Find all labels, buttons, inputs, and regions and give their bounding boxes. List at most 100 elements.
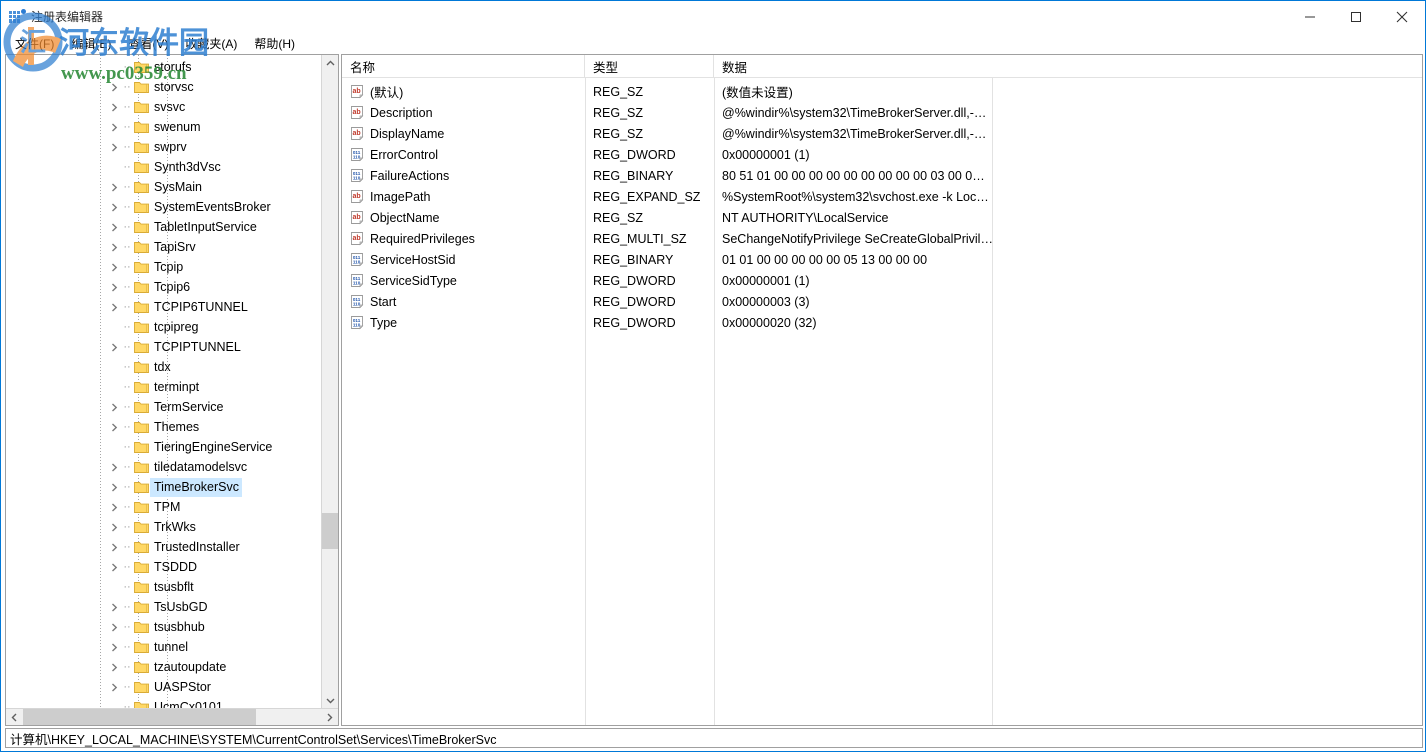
- chevron-right-icon[interactable]: [106, 177, 122, 197]
- tree-item-tsusbflt[interactable]: ··tsusbflt: [6, 577, 322, 597]
- tree-item-tsddd[interactable]: ··TSDDD: [6, 557, 322, 577]
- tree-vertical-scrollbar[interactable]: [321, 55, 338, 709]
- chevron-right-icon[interactable]: [106, 537, 122, 557]
- column-header-data[interactable]: 数据: [714, 55, 1422, 78]
- chevron-right-icon[interactable]: [106, 557, 122, 577]
- chevron-right-icon[interactable]: [106, 597, 122, 617]
- tree-item-systemeventsbroker[interactable]: ··SystemEventsBroker: [6, 197, 322, 217]
- menu-edit[interactable]: 编辑(E): [63, 33, 120, 54]
- tree-leaf-spacer: [106, 357, 122, 377]
- chevron-right-icon[interactable]: [106, 517, 122, 537]
- chevron-right-icon[interactable]: [106, 417, 122, 437]
- registry-tree[interactable]: ··storufs··storvsc··svsvc··swenum··swprv…: [6, 55, 322, 709]
- value-row[interactable]: 011110StartREG_DWORD0x00000003 (3): [342, 291, 1422, 312]
- tree-item-tpm[interactable]: ··TPM: [6, 497, 322, 517]
- tree-item-tzautoupdate[interactable]: ··tzautoupdate: [6, 657, 322, 677]
- chevron-right-icon[interactable]: [106, 337, 122, 357]
- chevron-right-icon[interactable]: [106, 297, 122, 317]
- tree-item-storvsc[interactable]: ··storvsc: [6, 77, 322, 97]
- tree-item-tcpip6[interactable]: ··Tcpip6: [6, 277, 322, 297]
- string-value-icon: ab: [350, 232, 364, 246]
- chevron-right-icon[interactable]: [106, 617, 122, 637]
- tree-item-trkwks[interactable]: ··TrkWks: [6, 517, 322, 537]
- tree-item-uaspstor[interactable]: ··UASPStor: [6, 677, 322, 697]
- tree-item-tsusbgd[interactable]: ··TsUsbGD: [6, 597, 322, 617]
- tree-item-tiledatamodelsvc[interactable]: ··tiledatamodelsvc: [6, 457, 322, 477]
- menu-file[interactable]: 文件(F): [7, 33, 63, 54]
- chevron-right-icon[interactable]: [106, 137, 122, 157]
- value-row[interactable]: 011110ServiceHostSidREG_BINARY01 01 00 0…: [342, 249, 1422, 270]
- value-row[interactable]: 011110ServiceSidTypeREG_DWORD0x00000001 …: [342, 270, 1422, 291]
- registry-tree-pane[interactable]: ··storufs··storvsc··svsvc··swenum··swprv…: [5, 54, 339, 726]
- tree-item-svsvc[interactable]: ··svsvc: [6, 97, 322, 117]
- tree-connector-line: ··: [122, 637, 132, 657]
- chevron-right-icon[interactable]: [106, 497, 122, 517]
- tree-item-timebrokersvc[interactable]: ··TimeBrokerSvc: [6, 477, 322, 497]
- chevron-right-icon[interactable]: [106, 477, 122, 497]
- close-button[interactable]: [1379, 1, 1425, 32]
- value-name-text: ServiceHostSid: [370, 253, 455, 267]
- tree-item-sysmain[interactable]: ··SysMain: [6, 177, 322, 197]
- chevron-right-icon[interactable]: [106, 257, 122, 277]
- column-header-type[interactable]: 类型: [585, 55, 714, 78]
- value-row[interactable]: abRequiredPrivilegesREG_MULTI_SZSeChange…: [342, 228, 1422, 249]
- value-row[interactable]: abImagePathREG_EXPAND_SZ%SystemRoot%\sys…: [342, 186, 1422, 207]
- chevron-right-icon[interactable]: [106, 277, 122, 297]
- chevron-right-icon[interactable]: [106, 117, 122, 137]
- tree-item-terminpt[interactable]: ··terminpt: [6, 377, 322, 397]
- value-row[interactable]: abObjectNameREG_SZNT AUTHORITY\LocalServ…: [342, 207, 1422, 228]
- chevron-left-icon[interactable]: [6, 709, 23, 725]
- tree-item-termservice[interactable]: ··TermService: [6, 397, 322, 417]
- maximize-button[interactable]: [1333, 1, 1379, 32]
- tree-item-label: TieringEngineService: [150, 438, 275, 457]
- tree-item-swenum[interactable]: ··swenum: [6, 117, 322, 137]
- value-row[interactable]: 011110TypeREG_DWORD0x00000020 (32): [342, 312, 1422, 333]
- tree-horizontal-scrollbar[interactable]: [6, 708, 338, 725]
- value-data-cell: NT AUTHORITY\LocalService: [714, 207, 1054, 228]
- tree-item-storufs[interactable]: ··storufs: [6, 57, 322, 77]
- tree-vertical-scroll-thumb[interactable]: [322, 513, 339, 549]
- tree-item-tieringengineservice[interactable]: ··TieringEngineService: [6, 437, 322, 457]
- tree-item-tunnel[interactable]: ··tunnel: [6, 637, 322, 657]
- chevron-right-icon[interactable]: [106, 657, 122, 677]
- value-name-text: (默认): [370, 82, 403, 101]
- chevron-down-icon[interactable]: [322, 692, 339, 709]
- chevron-right-icon[interactable]: [106, 397, 122, 417]
- minimize-button[interactable]: [1287, 1, 1333, 32]
- tree-horizontal-scroll-thumb[interactable]: [23, 709, 256, 725]
- value-row[interactable]: ab(默认)REG_SZ(数值未设置): [342, 81, 1422, 102]
- tree-item-tabletinputservice[interactable]: ··TabletInputService: [6, 217, 322, 237]
- menu-view[interactable]: 查看(V): [120, 33, 177, 54]
- chevron-right-icon[interactable]: [106, 637, 122, 657]
- value-row[interactable]: 011110ErrorControlREG_DWORD0x00000001 (1…: [342, 144, 1422, 165]
- tree-item-themes[interactable]: ··Themes: [6, 417, 322, 437]
- chevron-right-icon[interactable]: [106, 677, 122, 697]
- tree-item-tapisrv[interactable]: ··TapiSrv: [6, 237, 322, 257]
- chevron-right-icon[interactable]: [106, 97, 122, 117]
- tree-item-synth3dvsc[interactable]: ··Synth3dVsc: [6, 157, 322, 177]
- tree-item-swprv[interactable]: ··swprv: [6, 137, 322, 157]
- tree-item-tdx[interactable]: ··tdx: [6, 357, 322, 377]
- chevron-right-icon[interactable]: [106, 77, 122, 97]
- value-row[interactable]: 011110FailureActionsREG_BINARY80 51 01 0…: [342, 165, 1422, 186]
- chevron-right-icon[interactable]: [106, 457, 122, 477]
- value-row[interactable]: abDisplayNameREG_SZ@%windir%\system32\Ti…: [342, 123, 1422, 144]
- tree-item-tcpip[interactable]: ··Tcpip: [6, 257, 322, 277]
- tree-item-tcpipreg[interactable]: ··tcpipreg: [6, 317, 322, 337]
- column-header-name[interactable]: 名称: [342, 55, 585, 78]
- menu-favorites[interactable]: 收藏夹(A): [177, 33, 246, 54]
- tree-connector-line: ··: [122, 577, 132, 597]
- chevron-right-icon[interactable]: [106, 217, 122, 237]
- value-row[interactable]: abDescriptionREG_SZ@%windir%\system32\Ti…: [342, 102, 1422, 123]
- tree-item-trustedinstaller[interactable]: ··TrustedInstaller: [6, 537, 322, 557]
- chevron-right-icon[interactable]: [106, 237, 122, 257]
- tree-connector-line: ··: [122, 377, 132, 397]
- chevron-right-icon[interactable]: [321, 709, 338, 725]
- menu-help[interactable]: 帮助(H): [246, 33, 304, 54]
- registry-values-pane[interactable]: 名称 类型 数据 ab(默认)REG_SZ(数值未设置)abDescriptio…: [341, 54, 1423, 726]
- tree-item-tsusbhub[interactable]: ··tsusbhub: [6, 617, 322, 637]
- tree-item-tcpiptunnel[interactable]: ··TCPIPTUNNEL: [6, 337, 322, 357]
- tree-item-tcpip6tunnel[interactable]: ··TCPIP6TUNNEL: [6, 297, 322, 317]
- chevron-up-icon[interactable]: [322, 55, 339, 72]
- chevron-right-icon[interactable]: [106, 197, 122, 217]
